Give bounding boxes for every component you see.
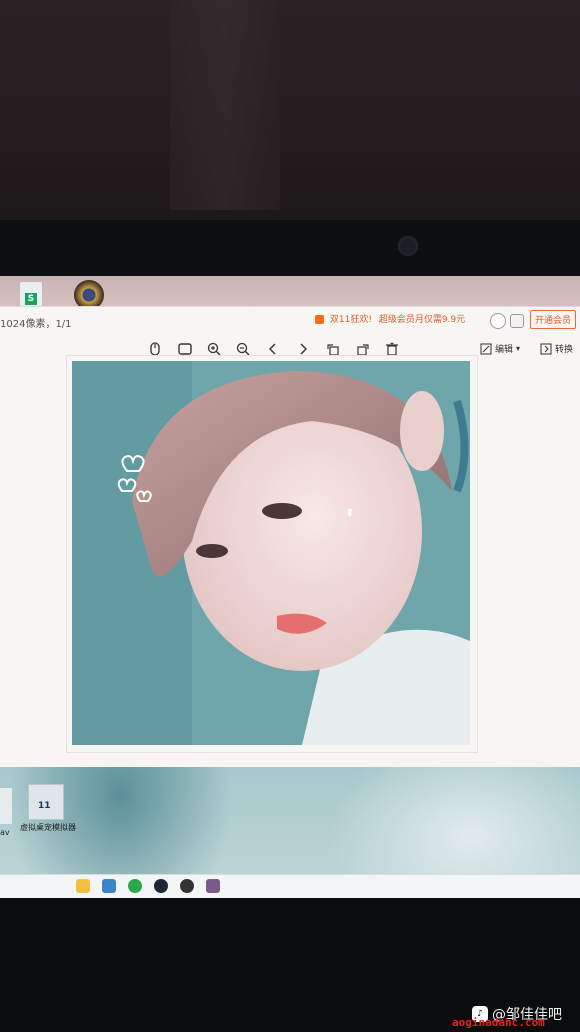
image-viewer-window: 1024像素，1/1 双11狂欢! 超级会员月仅需9.9元 开通会员 编辑 ▾ …: [0, 306, 580, 767]
convert-label: 转换: [555, 345, 574, 355]
background-door: [170, 0, 280, 210]
photos-icon[interactable]: [206, 879, 220, 893]
promo-vip-text: 超级会员月仅需9.9元: [378, 315, 466, 325]
webcam-icon: [398, 236, 418, 256]
monitor-bezel: [0, 220, 580, 276]
monitor-screen: S 1024像素，1/1 双11狂欢! 超级会员月仅需9.9元 开通会员 编辑 …: [0, 276, 580, 898]
settings-icon[interactable]: [180, 879, 194, 893]
edit-label: 编辑: [495, 345, 514, 355]
spreadsheet-app-icon[interactable]: S: [20, 282, 42, 308]
taskbar: [0, 874, 580, 898]
displayed-photo: [72, 361, 470, 745]
chevron-down-icon: ▾: [516, 344, 521, 353]
image-info: 1024像素，1/1: [0, 319, 72, 330]
promo-banner[interactable]: 双11狂欢! 超级会员月仅需9.9元: [315, 312, 465, 325]
desktop-file-icon[interactable]: [0, 788, 12, 824]
open-vip-button[interactable]: 开通会员: [530, 310, 577, 329]
steam-icon[interactable]: [154, 879, 168, 893]
emulator-badge: 11: [38, 801, 51, 811]
promo-text: 双11狂欢!: [329, 315, 372, 325]
browser-icon[interactable]: [102, 879, 116, 893]
site-watermark: aoginadahc.com: [452, 1016, 545, 1029]
convert-button[interactable]: 转换: [540, 342, 573, 355]
edge-icon[interactable]: [128, 879, 142, 893]
edit-icon: [480, 343, 492, 354]
desktop-file-label: av: [0, 828, 10, 837]
convert-icon: [540, 343, 552, 354]
viewer-titlebar: 1024像素，1/1 双11狂欢! 超级会员月仅需9.9元 开通会员: [0, 307, 580, 335]
file-explorer-icon[interactable]: [76, 879, 90, 893]
edit-button[interactable]: 编辑 ▾: [480, 342, 520, 355]
room-background: [0, 0, 580, 220]
speaker-icon: [315, 315, 324, 324]
emulator-app-label: 虚拟桌宠模拟器: [20, 823, 76, 832]
shield-icon[interactable]: [510, 314, 524, 328]
emulator-app-icon[interactable]: 11: [28, 784, 64, 820]
user-avatar-icon[interactable]: [490, 313, 506, 329]
